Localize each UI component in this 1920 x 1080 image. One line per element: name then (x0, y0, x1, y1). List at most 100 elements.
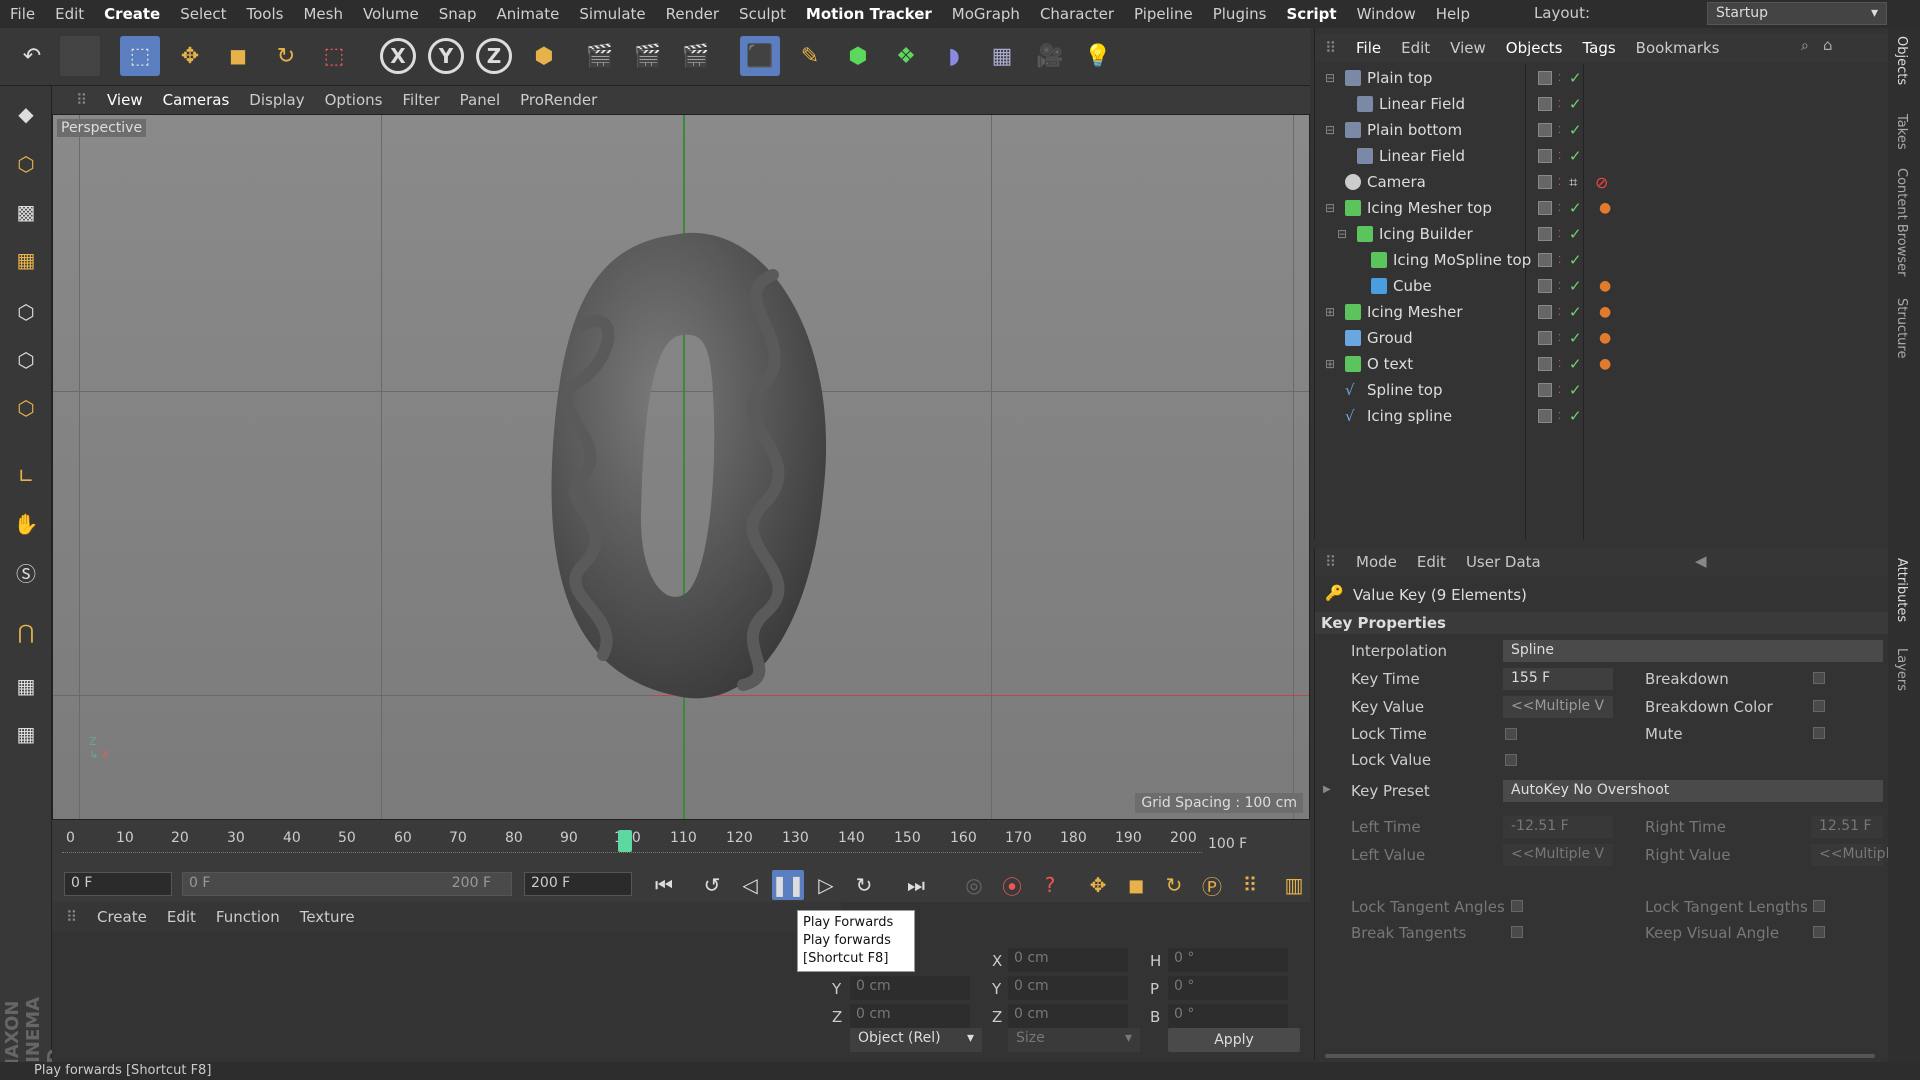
menu-tools[interactable]: Tools (237, 0, 294, 28)
render-picture-viewer-icon[interactable]: 🎬 (628, 36, 668, 76)
record-rotation-icon[interactable]: ↻ (1158, 870, 1190, 900)
edges-mode-icon[interactable]: ⬡ (6, 340, 46, 380)
menu-help[interactable]: Help (1426, 0, 1480, 28)
enabled-check[interactable]: ✓ (1569, 381, 1582, 399)
size-x-field[interactable]: 0 cm (1008, 948, 1128, 972)
coordinate-system-icon[interactable]: ⬢ (524, 36, 564, 76)
vp-menu-options[interactable]: Options (315, 91, 393, 109)
workplane-icon[interactable]: ▦ (6, 240, 46, 280)
size-mode-select[interactable]: Size ▾ (1008, 1028, 1140, 1052)
cloner-icon[interactable]: ❖ (886, 36, 926, 76)
expand-icon[interactable]: ⊞ (1325, 357, 1335, 371)
tab-content-browser[interactable]: Content Browser (1894, 168, 1909, 277)
back-arrow-icon[interactable]: ◀ (1695, 552, 1707, 570)
layout-select[interactable]: Startup ▾ (1707, 2, 1887, 25)
lock-time-checkbox[interactable] (1505, 728, 1517, 740)
material-tag-icon[interactable]: ● (1599, 304, 1611, 320)
visibility-toggle[interactable] (1538, 201, 1552, 215)
pen-icon[interactable]: ✎ (790, 36, 830, 76)
enabled-check[interactable]: ✓ (1569, 277, 1582, 295)
enabled-check[interactable]: ✓ (1569, 303, 1582, 321)
menu-create[interactable]: Create (94, 0, 170, 28)
material-tag-icon[interactable]: ● (1599, 330, 1611, 346)
frame-range-slider[interactable]: 0 F 200 F (182, 872, 512, 896)
object-row[interactable]: √ Spline top ⁚ ✓ (1315, 377, 1889, 403)
visibility-toggle[interactable] (1538, 331, 1552, 345)
visibility-toggle[interactable] (1538, 305, 1552, 319)
lock-value-checkbox[interactable] (1505, 754, 1517, 766)
mat-menu-texture[interactable]: Texture (290, 908, 365, 926)
menu-edit[interactable]: Edit (45, 0, 94, 28)
visibility-toggle[interactable] (1538, 227, 1552, 241)
key-preset-select[interactable]: AutoKey No Overshoot (1503, 780, 1883, 802)
material-tag-icon[interactable]: ● (1599, 278, 1611, 294)
rotation-p-field[interactable]: 0 ° (1168, 976, 1288, 1000)
coord-mode-select[interactable]: Object (Rel) ▾ (850, 1028, 982, 1052)
collapse-icon[interactable]: ⊟ (1325, 201, 1335, 215)
visibility-toggle[interactable] (1538, 123, 1552, 137)
tab-structure[interactable]: Structure (1894, 298, 1909, 358)
z-axis-icon[interactable]: Z (476, 38, 512, 74)
object-row[interactable]: Linear Field ⁚ ✓ (1315, 91, 1889, 117)
scheme-icon[interactable]: ▥ (1278, 870, 1310, 900)
object-row[interactable]: Cube ⁚ ✓ ● (1315, 273, 1889, 299)
breakdown-checkbox[interactable] (1813, 672, 1825, 684)
enabled-check[interactable]: ✓ (1569, 199, 1582, 217)
vp-menu-display[interactable]: Display (239, 91, 314, 109)
scale-icon[interactable]: ◼ (218, 36, 258, 76)
enabled-check[interactable]: ✓ (1569, 147, 1582, 165)
editor-render-dots[interactable]: ⁚ (1558, 177, 1561, 188)
menu-file[interactable]: File (0, 0, 45, 28)
next-key-icon[interactable]: ↻ (848, 870, 880, 900)
donut-model[interactable] (523, 215, 873, 735)
left-value-field[interactable]: <<Multiple V (1503, 844, 1613, 866)
expand-arrow-icon[interactable]: ▶ (1323, 784, 1331, 795)
visibility-toggle[interactable] (1538, 253, 1552, 267)
enabled-check[interactable]: ✓ (1569, 355, 1582, 373)
menu-volume[interactable]: Volume (353, 0, 429, 28)
break-tangents-checkbox[interactable] (1511, 926, 1523, 938)
record-point-level-icon[interactable]: ⠿ (1234, 870, 1266, 900)
object-row[interactable]: ⊞ O text ⁚ ✓ ● (1315, 351, 1889, 377)
vp-menu-view[interactable]: View (97, 91, 153, 109)
collapse-icon[interactable]: ⊟ (1325, 123, 1335, 137)
enabled-check[interactable]: ✓ (1569, 95, 1582, 113)
object-row[interactable]: ⊟ Plain top ⁚ ✓ (1315, 65, 1889, 91)
menu-mograph[interactable]: MoGraph (942, 0, 1030, 28)
right-value-field[interactable]: <<Multiple (1811, 844, 1898, 866)
visibility-toggle[interactable] (1538, 175, 1552, 189)
mute-checkbox[interactable] (1813, 727, 1825, 739)
am-menu-user-data[interactable]: User Data (1456, 553, 1551, 571)
planar-workplane-icon[interactable]: ▦ (6, 714, 46, 754)
menu-script[interactable]: Script (1276, 0, 1346, 28)
editor-render-dots[interactable]: ⁚ (1558, 99, 1561, 110)
menu-motion-tracker[interactable]: Motion Tracker (796, 0, 942, 28)
editor-render-dots[interactable]: ⁚ (1558, 281, 1561, 292)
visibility-toggle[interactable] (1538, 149, 1552, 163)
editor-render-dots[interactable]: ⁚ (1558, 333, 1561, 344)
record-scale-icon[interactable]: ◼ (1120, 870, 1152, 900)
texture-mode-icon[interactable]: ▩ (6, 192, 46, 232)
model-mode-icon[interactable]: ⬡ (6, 144, 46, 184)
interpolation-select[interactable]: Spline (1503, 640, 1883, 662)
object-row[interactable]: √ Icing spline ⁚ ✓ (1315, 403, 1889, 429)
tab-layers[interactable]: Layers (1894, 648, 1909, 691)
render-settings-icon[interactable]: 🎬 (676, 36, 716, 76)
om-menu-view[interactable]: View (1440, 39, 1496, 57)
apply-button[interactable]: Apply (1168, 1028, 1300, 1052)
editor-render-dots[interactable]: ⁚ (1558, 359, 1561, 370)
position-y-field[interactable]: 0 cm (850, 976, 970, 1000)
lock-tangent-lengths-checkbox[interactable] (1813, 900, 1825, 912)
mat-menu-function[interactable]: Function (206, 908, 290, 926)
left-time-field[interactable]: -12.51 F (1503, 816, 1613, 838)
y-axis-icon[interactable]: Y (428, 38, 464, 74)
previous-frame-icon[interactable]: ◁ (734, 870, 766, 900)
editor-render-dots[interactable]: ⁚ (1558, 73, 1561, 84)
next-frame-icon[interactable]: ▷ (810, 870, 842, 900)
lock-workplane-icon[interactable]: ▦ (6, 666, 46, 706)
record-parameter-icon[interactable]: Ⓟ (1196, 870, 1228, 900)
vp-menu-prorender[interactable]: ProRender (510, 91, 607, 109)
object-row[interactable]: Icing MoSpline top ⁚ ✓ (1315, 247, 1889, 273)
mat-menu-create[interactable]: Create (87, 908, 157, 926)
floor-icon[interactable]: ▦ (982, 36, 1022, 76)
